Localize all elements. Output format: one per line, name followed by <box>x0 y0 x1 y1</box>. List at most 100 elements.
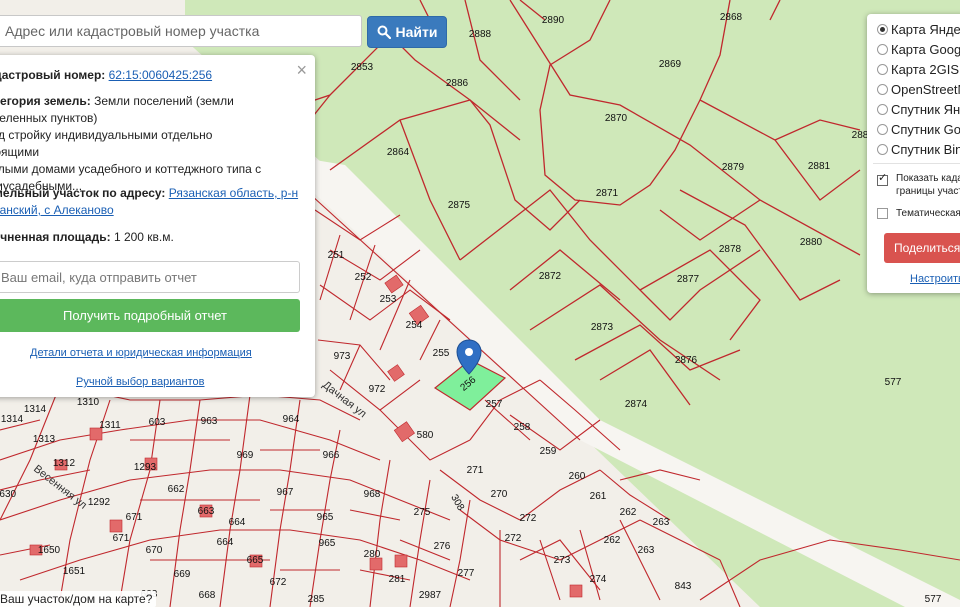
bottom-prompt[interactable]: Ваш участок/дом на карте? <box>0 591 157 607</box>
layer-option[interactable]: Спутник Яндекс <box>877 100 960 118</box>
svg-text:1292: 1292 <box>88 497 111 508</box>
category-label: Категория земель: <box>0 94 91 108</box>
svg-text:280: 280 <box>364 549 381 560</box>
svg-text:273: 273 <box>554 555 571 566</box>
svg-text:1650: 1650 <box>38 545 61 556</box>
svg-text:2864: 2864 <box>387 147 410 158</box>
svg-text:270: 270 <box>491 489 508 500</box>
checkbox-icon[interactable] <box>877 172 888 186</box>
area-row: Уточненная площадь: 1 200 кв.м. <box>0 229 174 246</box>
svg-text:262: 262 <box>620 507 637 518</box>
svg-text:671: 671 <box>126 512 143 523</box>
svg-text:580: 580 <box>417 430 434 441</box>
area-label: Уточненная площадь: <box>0 230 111 244</box>
radio-icon[interactable] <box>877 63 888 75</box>
svg-text:668: 668 <box>199 590 216 601</box>
svg-text:963: 963 <box>201 416 218 427</box>
search-field[interactable] <box>0 15 362 47</box>
svg-text:965: 965 <box>317 512 334 523</box>
cadastral-row: Кадастровый номер: 62:15:0060425:256 <box>0 67 212 84</box>
svg-text:1293: 1293 <box>134 462 157 473</box>
manual-selection-link[interactable]: Ручной выбор вариантов <box>76 376 204 388</box>
svg-text:671: 671 <box>113 533 130 544</box>
svg-text:271: 271 <box>467 465 484 476</box>
svg-text:663: 663 <box>198 506 215 517</box>
svg-text:251: 251 <box>328 250 345 261</box>
layer-label: Спутник Яндекс <box>891 101 960 117</box>
radio-icon[interactable] <box>877 83 888 95</box>
svg-text:2873: 2873 <box>591 322 614 333</box>
search-icon <box>377 25 391 39</box>
radio-icon[interactable] <box>877 43 888 55</box>
svg-text:272: 272 <box>520 513 537 524</box>
svg-text:2890: 2890 <box>542 15 565 26</box>
svg-text:972: 972 <box>369 384 386 395</box>
svg-text:843: 843 <box>675 581 692 592</box>
address-link-2[interactable]: Рязанский, с Алеканово <box>0 203 114 217</box>
layer-label: Карта Google <box>891 41 960 57</box>
svg-text:1314: 1314 <box>24 404 47 415</box>
email-field[interactable] <box>0 261 300 293</box>
svg-text:258: 258 <box>514 422 531 433</box>
category-row: Категория земель: Земли поселений (земли… <box>0 93 240 127</box>
report-details-link[interactable]: Детали отчета и юридическая информация <box>30 347 252 359</box>
search-input[interactable] <box>0 16 361 46</box>
layer-option[interactable]: Спутник Bing <box>877 140 960 158</box>
parcel-info-panel: × Кадастровый номер: 62:15:0060425:256 К… <box>0 55 315 397</box>
share-button[interactable]: Поделиться <box>884 233 960 263</box>
layer-label: Карта Яндекс <box>891 21 960 37</box>
layer-label: Спутник Bing <box>891 141 960 157</box>
layer-label: OpenStreetMap <box>891 81 960 97</box>
close-icon[interactable]: × <box>296 60 307 81</box>
address-link[interactable]: Рязанская область, р-н <box>169 186 298 200</box>
svg-text:262: 262 <box>604 535 621 546</box>
email-input[interactable] <box>0 262 299 292</box>
svg-text:261: 261 <box>590 491 607 502</box>
radio-icon[interactable] <box>877 123 888 135</box>
svg-text:2872: 2872 <box>539 271 562 282</box>
svg-text:308: 308 <box>448 493 466 513</box>
layer-option[interactable]: Карта Яндекс <box>877 20 960 38</box>
settings-link[interactable]: Настроить <box>910 273 960 285</box>
show-borders-option[interactable]: Показать кадастровыеграницы участков <box>877 172 960 198</box>
svg-text:965: 965 <box>319 538 336 549</box>
svg-text:577: 577 <box>885 377 902 388</box>
thematic-option[interactable]: Тематическая <box>877 208 960 219</box>
map-layers-panel: Карта Яндекс Карта Google Карта 2GIS Ope… <box>867 14 960 293</box>
radio-icon[interactable] <box>877 143 888 155</box>
svg-text:1630: 1630 <box>0 489 17 500</box>
svg-text:1310: 1310 <box>77 397 100 408</box>
checkbox-icon[interactable] <box>877 208 888 219</box>
svg-text:2878: 2878 <box>719 244 742 255</box>
svg-text:281: 281 <box>389 574 406 585</box>
svg-text:2877: 2877 <box>677 274 700 285</box>
get-report-button[interactable]: Получить подробный отчет <box>0 299 300 332</box>
svg-text:263: 263 <box>653 517 670 528</box>
svg-text:664: 664 <box>229 517 246 528</box>
svg-text:252: 252 <box>355 272 372 283</box>
layer-option[interactable]: Карта 2GIS <box>877 60 959 78</box>
layer-option[interactable]: Спутник Google <box>877 120 960 138</box>
svg-text:577: 577 <box>925 594 942 605</box>
svg-text:664: 664 <box>217 537 234 548</box>
address-row: Земельный участок по адресу: Рязанская о… <box>0 185 310 219</box>
cadastral-number-link[interactable]: 62:15:0060425:256 <box>109 68 212 82</box>
svg-text:662: 662 <box>168 484 185 495</box>
street-dachnaya: Дачная ул <box>320 379 368 420</box>
address-label: Земельный участок по адресу: <box>0 186 166 200</box>
svg-text:255: 255 <box>433 348 450 359</box>
radio-icon[interactable] <box>877 23 888 35</box>
svg-text:973: 973 <box>334 351 351 362</box>
svg-text:257: 257 <box>486 399 503 410</box>
svg-text:275: 275 <box>414 507 431 518</box>
layer-option[interactable]: OpenStreetMap <box>877 80 960 98</box>
radio-icon[interactable] <box>877 103 888 115</box>
find-button[interactable]: Найти <box>367 16 447 48</box>
svg-text:277: 277 <box>458 568 475 579</box>
use-text-line-1: Под строй­ку индивидуальными отдельно ст… <box>0 128 213 159</box>
layer-option[interactable]: Карта Google <box>877 40 960 58</box>
svg-text:603: 603 <box>149 417 166 428</box>
area-value: 1 200 кв.м. <box>113 230 174 244</box>
svg-text:665: 665 <box>247 555 264 566</box>
svg-text:276: 276 <box>434 541 451 552</box>
